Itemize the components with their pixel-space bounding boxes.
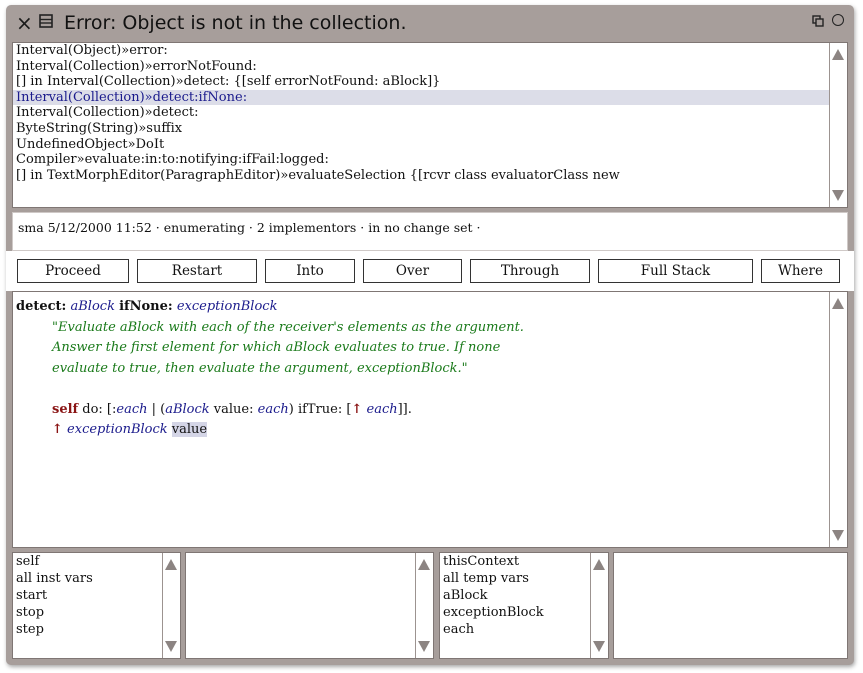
scroll-down-arrow-icon[interactable] [832,530,844,541]
annotation-pane: sma 5/12/2000 11:52 · enumerating · 2 im… [12,212,848,251]
list-item[interactable]: UndefinedObject»DoIt [13,137,847,153]
close-icon[interactable]: × [16,11,33,35]
return-arrow-icon: ↑ [52,422,63,437]
restart-button[interactable]: Restart [137,259,257,283]
code-statement-1: self do: [:each | (aBlock value: each) i… [52,401,412,417]
stack-list[interactable]: Interval(Object)»error: Interval(Collect… [12,42,848,208]
list-item[interactable]: Interval(Object)»error: [13,43,847,59]
debugger-window: × Error: Object is not in the collection… [6,5,854,665]
scroll-down-arrow-icon[interactable] [832,190,844,201]
list-item[interactable]: [] in Interval(Collection)»detect: {[sel… [13,74,847,90]
code-statement-2: ↑ exceptionBlock value [52,422,208,437]
method-comment-line: evaluate to true, then evaluate the argu… [52,360,468,376]
code-text[interactable]: detect: aBlock ifNone: exceptionBlock "E… [13,292,847,441]
list-item[interactable]: stop [13,604,180,621]
scroll-down-arrow-icon[interactable] [418,641,430,652]
list-item[interactable]: self [13,553,180,570]
list-item[interactable]: exceptionBlock [440,604,608,621]
list-item[interactable]: aBlock [440,587,608,604]
method-comment-line: Answer the first element for which aBloc… [52,340,501,355]
receiver-fields-list[interactable]: self all inst vars start stop step [12,552,181,659]
method-comment-line: "Evaluate aBlock with each of the receiv… [52,319,524,335]
return-arrow-icon: ↑ [351,401,363,417]
list-item[interactable]: thisContext [440,553,608,570]
code-pane[interactable]: detect: aBlock ifNone: exceptionBlock "E… [12,291,848,548]
receiver-fields-scrollbar[interactable] [162,553,180,658]
scroll-down-arrow-icon[interactable] [165,641,177,652]
list-item[interactable]: all inst vars [13,570,180,587]
where-button[interactable]: Where [761,259,840,283]
list-item[interactable]: step [13,621,180,638]
list-item[interactable]: Interval(Collection)»errorNotFound: [13,59,847,75]
scroll-up-arrow-icon[interactable] [832,298,844,309]
list-item[interactable]: ByteString(String)»suffix [13,121,847,137]
context-fields-list[interactable]: thisContext all temp vars aBlock excepti… [439,552,609,659]
context-fields-scrollbar[interactable] [590,553,608,658]
through-button[interactable]: Through [470,259,590,283]
method-annotation: sma 5/12/2000 11:52 · enumerating · 2 im… [18,220,481,235]
list-item[interactable]: each [440,621,608,638]
window-menu-icon[interactable] [39,14,53,28]
list-item-selected[interactable]: Interval(Collection)»detect:ifNone: [13,89,847,106]
scroll-up-arrow-icon[interactable] [832,49,844,60]
method-signature: detect: aBlock ifNone: exceptionBlock [16,299,278,314]
context-value-pane[interactable] [613,552,848,659]
expand-icon[interactable] [832,14,844,26]
full-stack-button[interactable]: Full Stack [598,259,753,283]
list-item[interactable]: all temp vars [440,570,608,587]
code-scrollbar[interactable] [829,292,847,547]
collapse-icon[interactable] [812,15,824,27]
receiver-value-scrollbar[interactable] [415,553,433,658]
list-item[interactable]: Compiler»evaluate:in:to:notifying:ifFail… [13,152,847,168]
scroll-up-arrow-icon[interactable] [593,559,605,570]
proceed-button[interactable]: Proceed [17,259,129,283]
list-item[interactable]: [] in TextMorphEditor(ParagraphEditor)»e… [13,168,847,184]
selected-text: value [171,422,208,437]
stack-scrollbar[interactable] [829,43,847,207]
into-button[interactable]: Into [265,259,355,283]
title-bar[interactable]: × Error: Object is not in the collection… [6,5,854,41]
window-title: Error: Object is not in the collection. [64,12,407,34]
scroll-up-arrow-icon[interactable] [418,559,430,570]
list-item[interactable]: Interval(Collection)»detect: [13,105,847,121]
scroll-down-arrow-icon[interactable] [593,641,605,652]
list-item[interactable]: start [13,587,180,604]
button-bar: Proceed Restart Into Over Through Full S… [6,251,854,291]
receiver-value-pane[interactable] [185,552,434,659]
over-button[interactable]: Over [363,259,462,283]
scroll-up-arrow-icon[interactable] [165,559,177,570]
